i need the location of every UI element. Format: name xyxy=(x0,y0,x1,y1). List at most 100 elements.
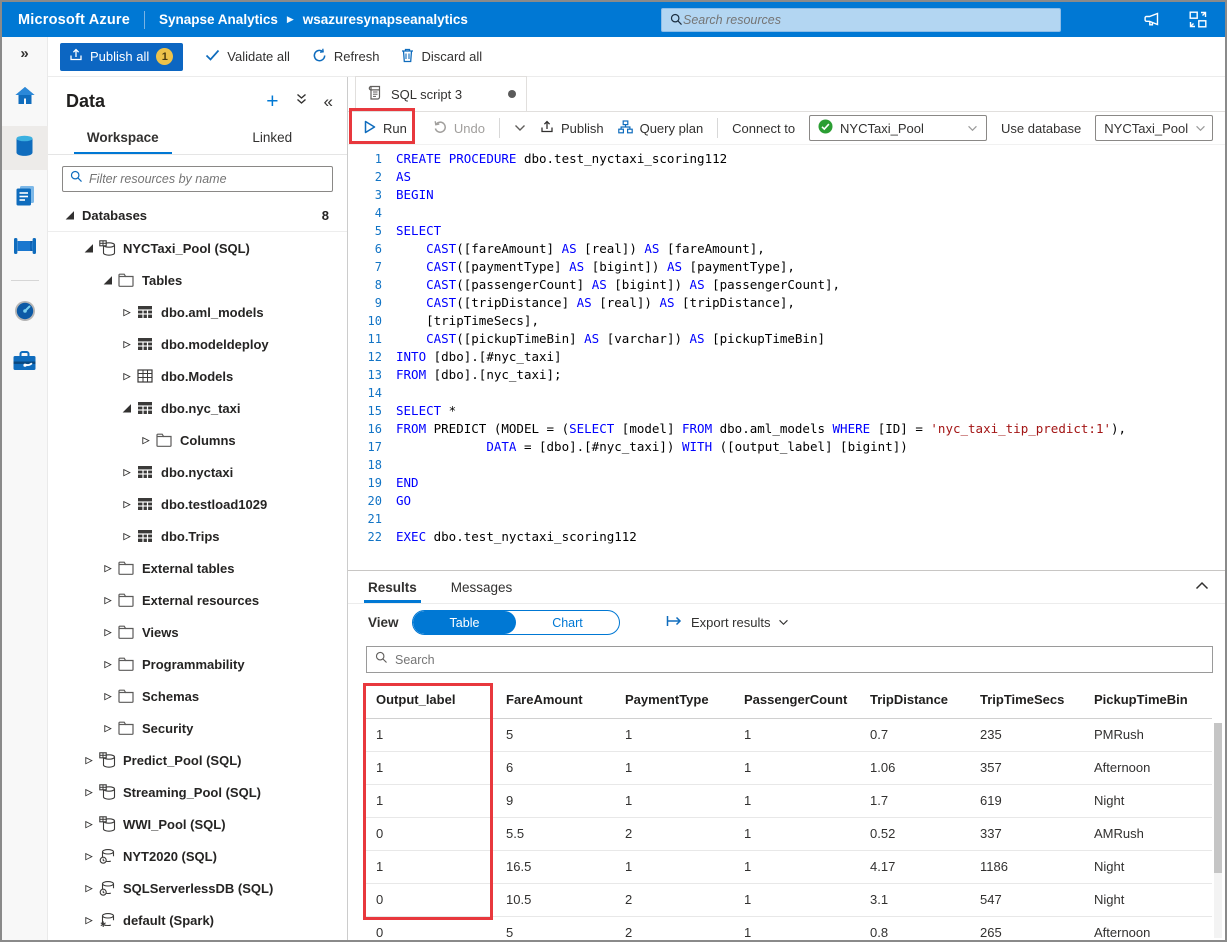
table-row[interactable]: 1 16.5 1 1 4.17 1186 Night xyxy=(366,850,1212,884)
code-line[interactable]: 12 INTO [dbo].[#nyc_taxi] xyxy=(348,348,1225,366)
code-line[interactable]: 21 xyxy=(348,510,1225,528)
tree-collapsed-arrow-icon[interactable]: ▷ xyxy=(119,467,135,478)
tree-collapsed-arrow-icon[interactable]: ▷ xyxy=(100,627,116,638)
column-header[interactable]: TripDistance xyxy=(860,681,970,719)
code-line[interactable]: 11 CAST([pickupTimeBin] AS [varchar]) AS… xyxy=(348,330,1225,348)
tree-collapsed-arrow-icon[interactable]: ▷ xyxy=(81,915,97,926)
tree-item[interactable]: ▷surfacesalesdb (Spark) xyxy=(48,936,347,940)
discard-all-button[interactable]: Discard all xyxy=(401,48,482,66)
tree-item[interactable]: ▷ default (Spark) xyxy=(48,904,347,936)
code-line[interactable]: 16 FROM PREDICT (MODEL = (SELECT [model] … xyxy=(348,420,1225,438)
tree-item[interactable]: ▷ External resources xyxy=(48,584,347,616)
code-line[interactable]: 9 CAST([tripDistance] AS [real]) AS [tri… xyxy=(348,294,1225,312)
code-line[interactable]: 13 FROM [dbo].[nyc_taxi]; xyxy=(348,366,1225,384)
table-row[interactable]: 0 10.5 2 1 3.1 547 Night xyxy=(366,883,1212,917)
tree-item[interactable]: ▷ dbo.nyctaxi xyxy=(48,456,347,488)
switch-workspace-icon[interactable] xyxy=(1189,11,1207,28)
refresh-button[interactable]: Refresh xyxy=(312,48,379,66)
results-search-box[interactable] xyxy=(366,646,1213,673)
tree-collapsed-arrow-icon[interactable]: ▷ xyxy=(100,595,116,606)
code-line[interactable]: 1 CREATE PROCEDURE dbo.test_nyctaxi_scori… xyxy=(348,150,1225,168)
feedback-megaphone-icon[interactable] xyxy=(1143,11,1163,28)
code-line[interactable]: 14 xyxy=(348,384,1225,402)
undo-button[interactable]: Undo xyxy=(433,120,485,136)
tree-item[interactable]: ▷ dbo.testload1029 xyxy=(48,488,347,520)
column-header[interactable]: PickupTimeBin xyxy=(1084,681,1212,719)
code-line[interactable]: 3 BEGIN xyxy=(348,186,1225,204)
code-line[interactable]: 18 xyxy=(348,456,1225,474)
tree-collapsed-arrow-icon[interactable]: ▷ xyxy=(81,883,97,894)
connect-to-dropdown[interactable]: NYCTaxi_Pool xyxy=(809,115,988,141)
code-line[interactable]: 4 xyxy=(348,204,1225,222)
tree-item[interactable]: ▷ Security xyxy=(48,712,347,744)
sidebar-item-manage[interactable] xyxy=(2,341,48,385)
code-line[interactable]: 19 END xyxy=(348,474,1225,492)
tree-item[interactable]: ▷ Views xyxy=(48,616,347,648)
code-line[interactable]: 22 EXEC dbo.test_nyctaxi_scoring112 xyxy=(348,528,1225,546)
tree-item[interactable]: ▷ Programmability xyxy=(48,648,347,680)
tree-collapsed-arrow-icon[interactable]: ▷ xyxy=(119,339,135,350)
results-scrollbar[interactable] xyxy=(1214,723,1222,938)
tree-item[interactable]: ▷ WWI_Pool (SQL) xyxy=(48,808,347,840)
tree-collapsed-arrow-icon[interactable]: ▷ xyxy=(100,659,116,670)
publish-button[interactable]: Publish xyxy=(540,120,604,137)
tree-item[interactable]: ◢ NYCTaxi_Pool (SQL) xyxy=(48,232,347,264)
tree-collapsed-arrow-icon[interactable]: ▷ xyxy=(138,435,154,446)
tree-item[interactable]: ▷ dbo.Models xyxy=(48,360,347,392)
code-line[interactable]: 17 DATA = [dbo].[#nyc_taxi]) WITH ([outp… xyxy=(348,438,1225,456)
tree-item[interactable]: ◢ Tables xyxy=(48,264,347,296)
table-row[interactable]: 0 5.5 2 1 0.52 337 AMRush xyxy=(366,817,1212,851)
more-actions-chevron[interactable] xyxy=(514,124,526,132)
sidebar-item-home[interactable] xyxy=(2,76,48,120)
add-resource-button[interactable]: + xyxy=(266,91,278,112)
tree-collapsed-arrow-icon[interactable]: ▷ xyxy=(119,371,135,382)
tree-collapsed-arrow-icon[interactable]: ▷ xyxy=(100,723,116,734)
publish-all-button[interactable]: Publish all 1 xyxy=(60,42,184,71)
results-search-input[interactable] xyxy=(395,652,1204,667)
tree-item[interactable]: ◢ dbo.nyc_taxi xyxy=(48,392,347,424)
view-table-toggle[interactable]: Table xyxy=(413,611,516,634)
tree-collapsed-arrow-icon[interactable]: ▷ xyxy=(119,531,135,542)
code-line[interactable]: 8 CAST([passengerCount] AS [bigint]) AS … xyxy=(348,276,1225,294)
search-resources-box[interactable] xyxy=(661,7,1061,32)
tab-workspace[interactable]: Workspace xyxy=(48,122,198,154)
sidebar-item-monitor[interactable] xyxy=(2,291,48,335)
tree-expanded-arrow-icon[interactable]: ◢ xyxy=(81,243,97,254)
tree-collapsed-arrow-icon[interactable]: ▷ xyxy=(119,307,135,318)
code-line[interactable]: 5 SELECT xyxy=(348,222,1225,240)
table-row[interactable]: 1 5 1 1 0.7 235 PMRush xyxy=(366,718,1212,752)
breadcrumb-workspace[interactable]: wsazuresynapseanalytics xyxy=(303,12,468,27)
tree-item[interactable]: ◢ Databases 8 xyxy=(48,200,347,232)
tab-results[interactable]: Results xyxy=(364,571,421,603)
tree-collapsed-arrow-icon[interactable]: ▷ xyxy=(100,563,116,574)
export-results-button[interactable]: Export results xyxy=(666,615,789,630)
tree-item[interactable]: ▷ Streaming_Pool (SQL) xyxy=(48,776,347,808)
tab-sql-script[interactable]: SQL script 3 xyxy=(355,76,527,111)
table-row[interactable]: 0 5 2 1 0.8 265 Afternoon xyxy=(366,916,1212,940)
search-resources-input[interactable] xyxy=(683,12,1052,27)
tree-item[interactable]: ▷ External tables xyxy=(48,552,347,584)
tree-expanded-arrow-icon[interactable]: ◢ xyxy=(62,210,78,221)
tree-collapsed-arrow-icon[interactable]: ▷ xyxy=(81,851,97,862)
expand-rail-chevrons[interactable]: » xyxy=(20,45,28,62)
column-header[interactable]: Output_label xyxy=(366,681,496,719)
tree-collapsed-arrow-icon[interactable]: ▷ xyxy=(81,787,97,798)
collapse-panel-button[interactable]: « xyxy=(324,93,333,110)
expand-all-chevrons-icon[interactable] xyxy=(295,92,308,111)
code-line[interactable]: 15 SELECT * xyxy=(348,402,1225,420)
tree-item[interactable]: ▷ SQLServerlessDB (SQL) xyxy=(48,872,347,904)
filter-resources-input[interactable] xyxy=(89,172,325,186)
collapse-results-chevron[interactable] xyxy=(1195,577,1209,595)
query-plan-button[interactable]: Query plan xyxy=(617,119,703,137)
breadcrumb-product[interactable]: Synapse Analytics xyxy=(159,12,278,27)
tab-messages[interactable]: Messages xyxy=(451,571,513,603)
tree-collapsed-arrow-icon[interactable]: ▷ xyxy=(81,755,97,766)
column-header[interactable]: PassengerCount xyxy=(734,681,860,719)
column-header[interactable]: PaymentType xyxy=(615,681,734,719)
code-line[interactable]: 7 CAST([paymentType] AS [bigint]) AS [pa… xyxy=(348,258,1225,276)
tree-item[interactable]: ▷ Predict_Pool (SQL) xyxy=(48,744,347,776)
validate-all-button[interactable]: Validate all xyxy=(205,49,290,64)
code-line[interactable]: 20 GO xyxy=(348,492,1225,510)
run-button[interactable]: Run xyxy=(356,116,419,141)
sidebar-item-data[interactable] xyxy=(2,126,48,170)
